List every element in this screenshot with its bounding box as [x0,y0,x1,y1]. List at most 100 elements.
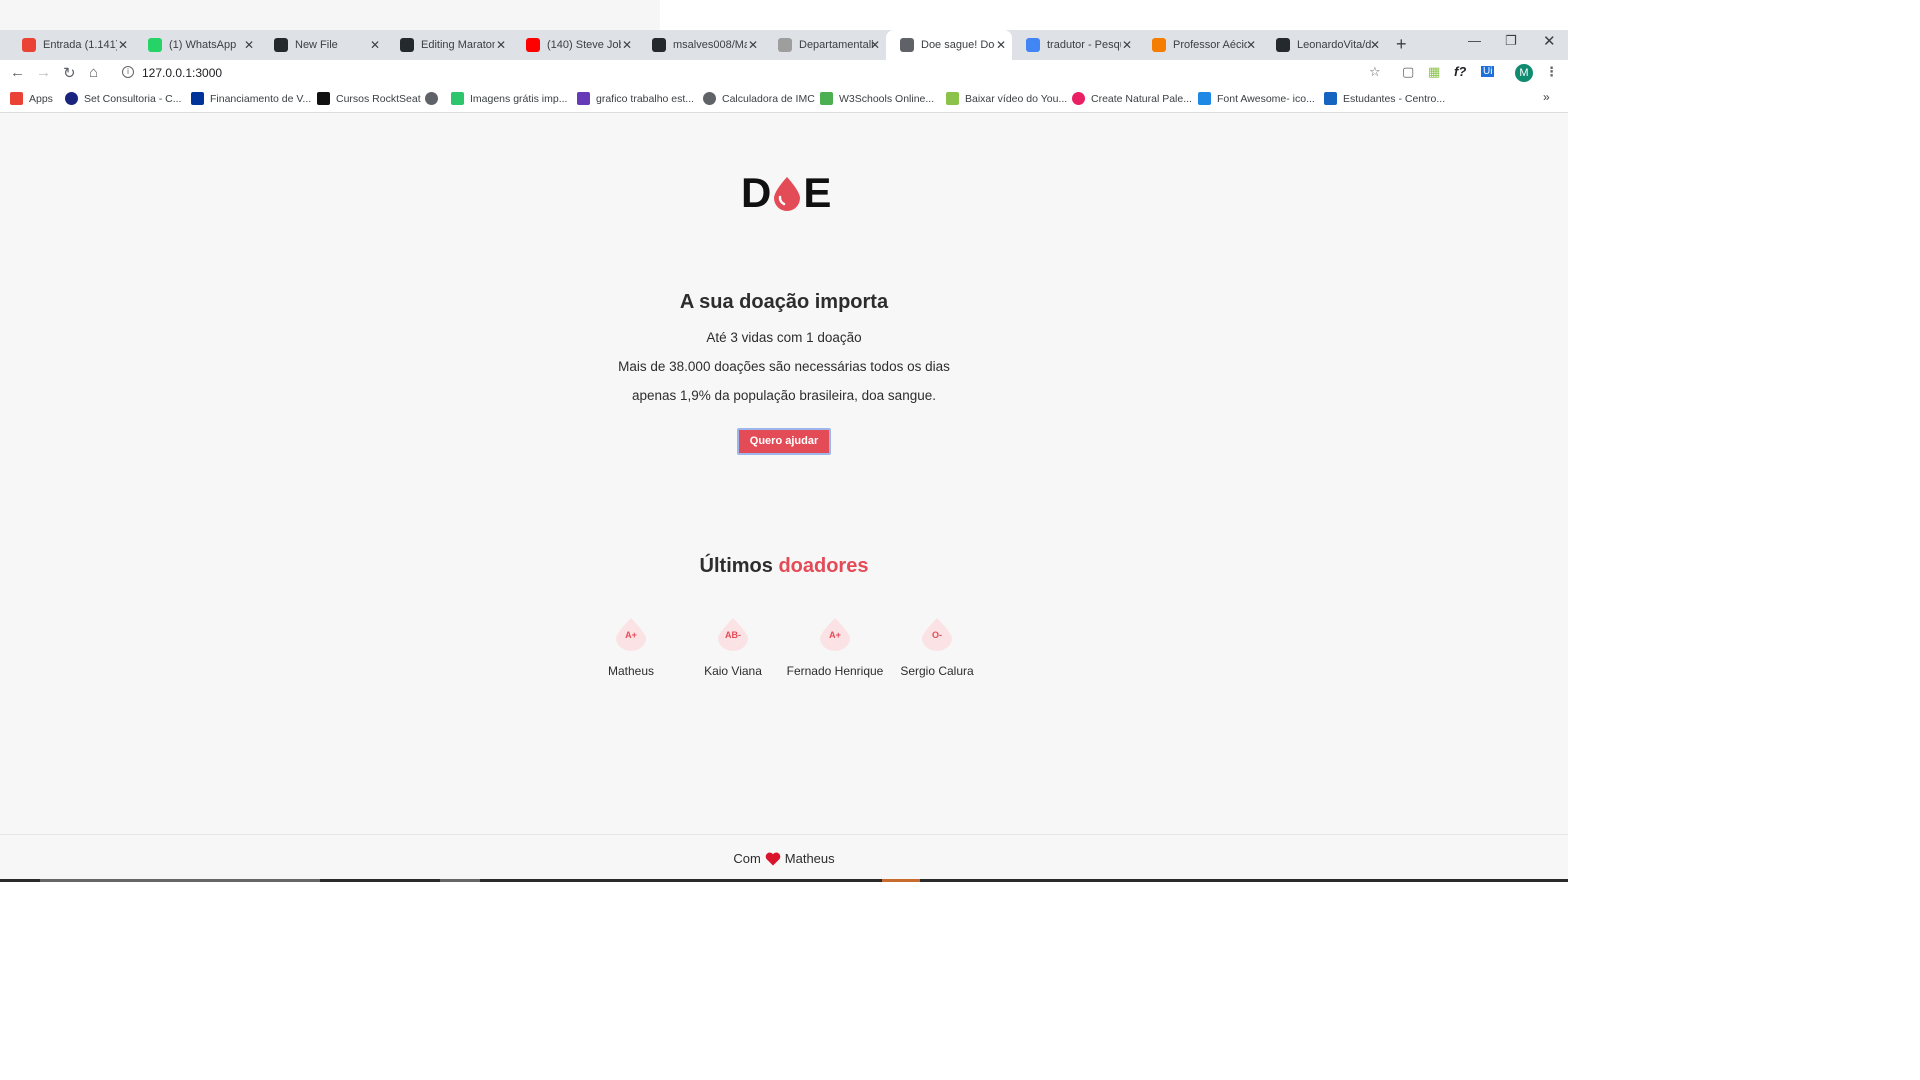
more-bookmarks-icon[interactable]: » [1543,90,1550,104]
blogger-icon [1152,38,1166,52]
globe-icon [425,92,438,105]
donor-card: A+ Fernado Henrique [785,617,885,678]
bookmark-item[interactable]: Baixar vídeo do You... [946,92,1067,105]
bookmark-label: Set Consultoria - C... [84,92,182,105]
formula-extension-icon[interactable]: f? [1454,64,1466,79]
tab-title: LeonardoVita/do [1297,39,1371,51]
bookmark-star-icon[interactable]: ☆ [1369,64,1381,80]
blood-drop-icon: AB- [716,617,750,651]
bookmark-item[interactable]: Calculadora de IMC [703,92,815,105]
tab-close-icon[interactable]: ✕ [1122,38,1132,52]
browser-tab[interactable]: LeonardoVita/do ✕ [1262,30,1386,60]
browser-tab[interactable]: tradutor - Pesqu ✕ [1012,30,1138,60]
browser-menu-icon[interactable]: ⋮ [1545,64,1558,80]
set-icon [65,92,78,105]
home-icon[interactable]: ⌂ [89,64,98,81]
bookmark-item[interactable]: Cursos RocktSeat [317,92,421,105]
blood-type: AB- [725,630,741,640]
bookmark-label: Font Awesome- ico... [1217,92,1315,105]
tab-close-icon[interactable]: ✕ [496,38,506,52]
ui-extension-icon[interactable]: Ui [1481,66,1495,77]
tab-close-icon[interactable]: ✕ [1370,38,1380,52]
page-footer: Com Matheus [0,834,1568,882]
gmail-icon [22,38,36,52]
globe-icon [900,38,914,52]
screenshot-extension-icon[interactable]: ▢ [1402,64,1414,80]
browser-tab[interactable]: msalves008/Mar ✕ [638,30,764,60]
tab-close-icon[interactable]: ✕ [748,38,758,52]
taskbar-segment [440,879,480,882]
browser-tab[interactable]: Departamentaliz ✕ [764,30,886,60]
tab-close-icon[interactable]: ✕ [870,38,880,52]
google-icon [1026,38,1040,52]
donor-name: Sergio Calura [900,664,974,678]
flag-icon [1198,92,1211,105]
bookmark-label: Financiamento de V... [210,92,312,105]
close-window-button[interactable]: ✕ [1543,32,1556,50]
blood-drop-logo-icon [774,177,801,211]
sheets-extension-icon[interactable]: ▦ [1428,64,1440,80]
bookmark-item[interactable]: Create Natural Pale... [1072,92,1192,105]
donor-card: O- Sergio Calura [887,617,987,678]
page-content: D E A sua doação importa Até 3 vidas com… [0,113,1568,882]
site-info-icon[interactable]: i [122,66,134,78]
bookmark-item[interactable]: Imagens grátis imp... [451,92,567,105]
bookmark-item[interactable]: grafico trabalho est... [577,92,694,105]
bookmark-item[interactable]: Financiamento de V... [191,92,311,105]
bookmark-label: Estudantes - Centro... [1343,92,1446,105]
bookmark-label: Calculadora de IMC [722,92,815,105]
page-headline: A sua doação importa [679,291,889,313]
donor-card: A+ Matheus [581,617,681,678]
heart-icon [765,852,781,865]
download-icon [946,92,959,105]
tab-close-icon[interactable]: ✕ [244,38,254,52]
help-button[interactable]: Quero ajudar [737,428,831,455]
blood-type: O- [932,630,942,640]
pixabay-icon [451,92,464,105]
blood-type: A+ [625,630,637,640]
bookmark-label: W3Schools Online... [839,92,935,105]
tab-close-icon[interactable]: ✕ [622,38,632,52]
tab-close-icon[interactable]: ✕ [118,38,128,52]
browser-tab[interactable]: Doe sague! Doe ✕ [886,30,1012,60]
tab-title: (140) Steve Jobs [547,39,621,51]
bookmark-item[interactable] [425,92,444,105]
donors-title-prefix: Últimos [699,555,773,577]
tab-title: (1) WhatsApp [169,39,237,51]
browser-tab[interactable]: Editing Maratona✕ [386,30,512,60]
bookmarks-bar: » Apps Set Consultoria - C... Financiament… [0,86,1568,113]
browser-tab[interactable]: (140) Steve Jobs✕ [512,30,638,60]
donor-card: AB- Kaio Viana [683,617,783,678]
bookmark-item[interactable]: Estudantes - Centro... [1324,92,1445,105]
new-tab-button[interactable]: + [1396,34,1407,55]
bookmark-label: Cursos RocktSeat [336,92,421,105]
reload-icon[interactable]: ↻ [63,64,76,82]
tab-close-icon[interactable]: ✕ [370,38,380,52]
browser-tab[interactable]: New File ✕ [260,30,386,60]
browser-tab[interactable]: Entrada (1.141) -✕ [8,30,134,60]
donor-name: Fernado Henrique [786,664,884,678]
tab-close-icon[interactable]: ✕ [996,38,1006,52]
bookmark-label: Baixar vídeo do You... [965,92,1068,105]
bookmark-item[interactable]: W3Schools Online... [820,92,934,105]
forward-arrow-icon[interactable]: → [36,64,51,81]
browser-tab[interactable]: (1) WhatsApp ✕ [134,30,260,60]
url-field[interactable]: 127.0.0.1:3000 [142,66,222,80]
profile-avatar[interactable]: M [1515,64,1533,82]
restore-button[interactable]: ❐ [1505,33,1517,49]
bookmark-item[interactable]: Apps [10,92,53,105]
itau-icon [191,92,204,105]
donors-title: Últimos doadores [0,555,1568,578]
bookmark-label: grafico trabalho est... [596,92,695,105]
globe-icon [703,92,716,105]
bookmark-item[interactable]: Set Consultoria - C... [65,92,181,105]
tab-close-icon[interactable]: ✕ [1246,38,1256,52]
browser-tab[interactable]: Professor Aécio ✕ [1138,30,1262,60]
tab-title: msalves008/Mar [673,39,747,51]
os-taskbar-strip [0,879,1568,882]
donor-name: Kaio Viana [704,664,762,678]
minimize-button[interactable]: — [1468,33,1481,48]
back-arrow-icon[interactable]: ← [10,64,25,81]
bookmark-item[interactable]: Font Awesome- ico... [1198,92,1315,105]
blood-drop-icon: A+ [818,617,852,651]
